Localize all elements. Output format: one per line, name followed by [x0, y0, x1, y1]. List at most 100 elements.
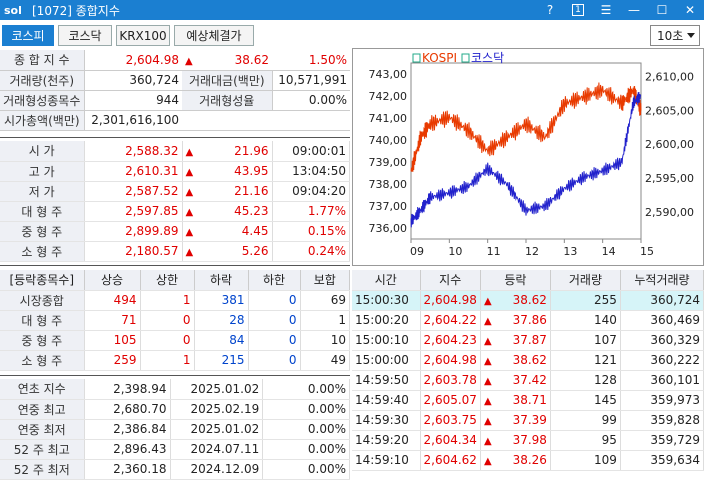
tick-volume: 107	[550, 330, 621, 351]
tick-index: 2,604.62	[420, 450, 481, 471]
amount-value: 10,571,991	[272, 70, 350, 91]
window-title: [1072] 종합지수	[32, 3, 120, 18]
breadth-label: 중 형 주	[0, 330, 85, 351]
yearly-label: 연중 최고	[0, 399, 85, 420]
ohlc-label: 소 형 주	[0, 241, 85, 262]
table-row[interactable]: 14:59:20 2,604.34 ▲ 37.98 95 359,729	[352, 430, 704, 451]
breadth-up: 105	[84, 330, 141, 351]
tick-index: 2,603.78	[420, 370, 481, 391]
summary-label: 거래대금(백만)	[182, 70, 273, 91]
table-row[interactable]: 14:59:30 2,603.75 ▲ 37.39 99 359,828	[352, 410, 704, 431]
tick-change-value: 37.39	[512, 413, 547, 427]
ohlc-pct: 1.77%	[272, 201, 350, 222]
tick-volume: 128	[550, 370, 621, 391]
x-axis-tick: 11	[487, 245, 501, 258]
tick-change: ▲ 37.87	[480, 330, 551, 351]
yearly-label: 52 주 최고	[0, 439, 85, 460]
up-arrow-icon: ▲	[185, 187, 194, 198]
table-row[interactable]: 14:59:40 2,605.07 ▲ 38.71 145 359,973	[352, 390, 704, 411]
close-icon[interactable]: ✕	[676, 0, 704, 20]
tick-volume: 121	[550, 350, 621, 371]
yearly-label: 연중 최저	[0, 419, 85, 440]
tab-kosdaq[interactable]: 코스닥	[58, 25, 112, 46]
help-icon[interactable]: ?	[536, 0, 564, 20]
table-row[interactable]: 15:00:10 2,604.23 ▲ 37.87 107 360,329	[352, 330, 704, 351]
left-axis-tick: 743,00	[369, 68, 408, 81]
breadth-label: 소 형 주	[0, 350, 85, 371]
right-axis-tick: 2,605,00	[645, 104, 694, 117]
tick-table: 시간 지수 등락 거래량 누적거래량 15:00:30 2,604.98 ▲ 38.6…	[352, 270, 704, 471]
market-toolbar: 코스피 코스닥 KRX100 예상체결가 10초	[0, 22, 704, 48]
chart-svg: 743,00 742,00 741,00 740,00 739,00 738,00 737,…	[369, 51, 694, 258]
tick-volume: 255	[550, 290, 621, 311]
breadth-down: 381	[194, 290, 249, 311]
breadth-up: 71	[84, 310, 141, 331]
minimize-icon[interactable]: —	[620, 0, 648, 20]
x-axis-tick: 13	[563, 245, 577, 258]
tick-time: 15:00:30	[352, 290, 421, 311]
tab-krx100[interactable]: KRX100	[116, 25, 170, 46]
up-arrow-icon: ▲	[483, 376, 492, 387]
table-row[interactable]: 15:00:30 2,604.98 ▲ 38.62 255 360,724	[352, 290, 704, 311]
tick-time: 14:59:50	[352, 370, 421, 391]
yearly-date: 2025.02.19	[170, 399, 264, 420]
ohlc-label: 중 형 주	[0, 221, 85, 242]
tick-change: ▲ 38.62	[480, 350, 551, 371]
table-row[interactable]: 15:00:20 2,604.22 ▲ 37.86 140 360,469	[352, 310, 704, 331]
tick-change-value: 37.87	[512, 333, 547, 347]
tick-cum-volume: 360,329	[620, 330, 704, 351]
tab-kospi[interactable]: 코스피	[2, 25, 54, 46]
ohlc-label: 대 형 주	[0, 201, 85, 222]
breadth-up: 259	[84, 350, 141, 371]
tick-volume: 109	[550, 450, 621, 471]
breadth-limit-down: 0	[248, 310, 301, 331]
table-row[interactable]: 14:59:10 2,604.62 ▲ 38.26 109 359,634	[352, 450, 704, 471]
menu-icon[interactable]: ☰	[592, 0, 620, 20]
tick-time: 14:59:20	[352, 430, 421, 451]
yearly-date: 2024.07.11	[170, 439, 264, 460]
title-bar: sol [1072] 종합지수 ? 1 ☰ — ☐ ✕	[0, 0, 704, 20]
table-row[interactable]: 14:59:50 2,603.78 ▲ 37.42 128 360,101	[352, 370, 704, 391]
tick-change-value: 37.98	[512, 433, 547, 447]
ohlc-change: 21.16	[234, 184, 269, 198]
table-row[interactable]: 15:00:00 2,604.98 ▲ 38.62 121 360,222	[352, 350, 704, 371]
yearly-date: 2025.01.02	[170, 379, 264, 400]
tick-time: 14:59:40	[352, 390, 421, 411]
up-arrow-icon: ▲	[185, 167, 194, 178]
tick-cum-volume: 360,101	[620, 370, 704, 391]
breadth-limit-up: 0	[140, 330, 195, 351]
breadth-flat: 1	[300, 310, 350, 331]
ohlc-label: 시 가	[0, 141, 85, 162]
x-axis-tick: 14	[602, 245, 616, 258]
yearly-pct: 0.00%	[262, 379, 350, 400]
screen-number-icon[interactable]: 1	[564, 0, 592, 20]
breadth-flat: 69	[300, 290, 350, 311]
series-line-KOSPI	[410, 82, 642, 172]
breadth-limit-down: 0	[248, 350, 301, 371]
breadth-label: 시장종합	[0, 290, 85, 311]
tick-index: 2,603.75	[420, 410, 481, 431]
yearly-label: 52 주 최저	[0, 459, 85, 480]
tick-header: 시간	[352, 270, 421, 291]
tick-index: 2,604.98	[420, 350, 481, 371]
right-axis-tick: 2,600,00	[645, 138, 694, 151]
legend-item: 코스닥	[471, 51, 504, 65]
tick-change-value: 37.42	[512, 373, 547, 387]
interval-select[interactable]: 10초	[650, 25, 700, 46]
summary-label: 종 합 지 수	[0, 50, 85, 71]
breadth-flat: 10	[300, 330, 350, 351]
tick-cum-volume: 360,469	[620, 310, 704, 331]
tick-change: ▲ 38.62	[480, 290, 551, 311]
chevron-down-icon	[687, 33, 695, 38]
ohlc-value: 2,610.31	[84, 161, 183, 182]
breadth-down: 28	[194, 310, 249, 331]
yearly-pct: 0.00%	[262, 459, 350, 480]
maximize-icon[interactable]: ☐	[648, 0, 676, 20]
breadth-limit-up: 1	[140, 350, 195, 371]
ohlc-time: 09:04:20	[272, 181, 350, 202]
tick-header: 거래량	[550, 270, 621, 291]
summary-table: 종 합 지 수 2,604.98 ▲ 38.62 1.50% 거래량(천주) 36…	[0, 50, 350, 131]
tab-expected-price[interactable]: 예상체결가	[174, 25, 254, 46]
tick-cum-volume: 359,973	[620, 390, 704, 411]
ohlc-value: 2,899.89	[84, 221, 183, 242]
